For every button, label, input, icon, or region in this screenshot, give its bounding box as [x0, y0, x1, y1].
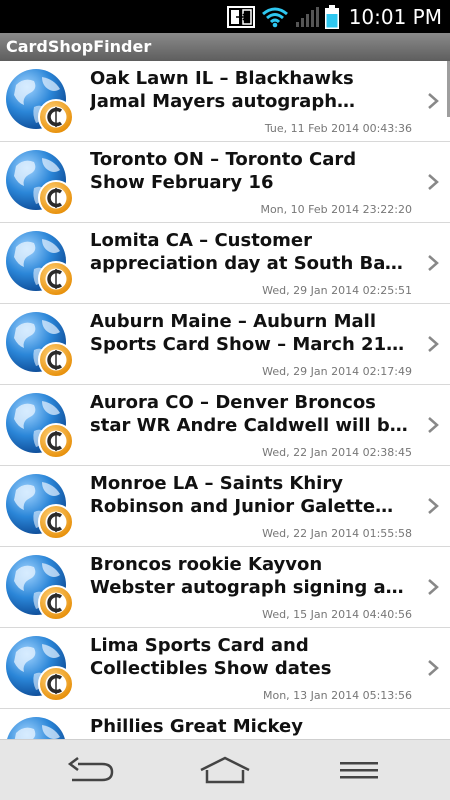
chevron-right-icon	[428, 174, 439, 190]
nfc-icon	[226, 5, 255, 28]
globe-card-icon	[6, 150, 74, 216]
home-icon[interactable]	[195, 752, 255, 788]
chevron-right-icon	[428, 336, 439, 352]
list-item[interactable]: Phillies Great Mickey Morandini	[0, 709, 450, 739]
globe-card-icon	[6, 393, 74, 459]
clock: 10:01 PM	[348, 4, 442, 29]
list-item[interactable]: Auburn Maine – Auburn Mall Sports Card S…	[0, 304, 450, 385]
item-title: Oak Lawn IL – Blackhawks Jamal Mayers au…	[90, 68, 354, 112]
navigation-bar	[0, 739, 450, 800]
chevron-right-icon	[428, 93, 439, 109]
item-date: Wed, 15 Jan 2014 04:40:56	[262, 608, 412, 621]
signal-icon	[295, 6, 319, 27]
list-item[interactable]: Toronto ON – Toronto Card Show February …	[0, 142, 450, 223]
status-bar: 10:01 PM	[0, 0, 450, 33]
globe-card-icon	[6, 474, 74, 540]
item-date: Wed, 29 Jan 2014 02:25:51	[262, 284, 412, 297]
item-title: Phillies Great Mickey Morandini	[90, 716, 303, 737]
item-date: Tue, 11 Feb 2014 00:43:36	[264, 122, 412, 135]
item-title: Lomita CA – Customer appreciation day at…	[90, 230, 397, 274]
list-item[interactable]: Lima Sports Card and Collectibles Show d…	[0, 628, 450, 709]
item-title: Auburn Maine – Auburn Mall Sports Card S…	[90, 311, 394, 355]
wifi-icon	[261, 7, 288, 27]
app-bar: CardShopFinder	[0, 33, 450, 61]
chevron-right-icon	[428, 255, 439, 271]
globe-card-icon	[6, 555, 74, 621]
globe-card-icon	[6, 312, 74, 378]
battery-icon	[324, 4, 339, 29]
item-date: Wed, 22 Jan 2014 01:55:58	[262, 527, 412, 540]
globe-card-icon	[7, 717, 65, 739]
item-date: Wed, 29 Jan 2014 02:17:49	[262, 365, 412, 378]
list-item[interactable]: Monroe LA – Saints Khiry Robinson and Ju…	[0, 466, 450, 547]
chevron-right-icon	[428, 417, 439, 433]
item-title: Broncos rookie Kayvon Webster autograph …	[90, 554, 395, 598]
globe-card-icon	[6, 69, 74, 135]
menu-icon[interactable]	[328, 752, 388, 788]
list-item[interactable]: Broncos rookie Kayvon Webster autograph …	[0, 547, 450, 628]
chevron-right-icon	[428, 498, 439, 514]
item-date: Wed, 22 Jan 2014 02:38:45	[262, 446, 412, 459]
item-title: Aurora CO – Denver Broncos star WR Andre…	[90, 392, 402, 436]
item-date: Mon, 13 Jan 2014 05:13:56	[262, 689, 412, 702]
item-title: Toronto ON – Toronto Card Show February …	[90, 149, 357, 193]
item-title: Monroe LA – Saints Khiry Robinson and Ju…	[90, 473, 376, 517]
globe-card-icon	[6, 636, 74, 702]
list-item[interactable]: Oak Lawn IL – Blackhawks Jamal Mayers au…	[0, 61, 450, 142]
list-item[interactable]: Aurora CO – Denver Broncos star WR Andre…	[0, 385, 450, 466]
item-date: Mon, 10 Feb 2014 23:22:20	[260, 203, 412, 216]
chevron-right-icon	[428, 579, 439, 595]
chevron-right-icon	[428, 660, 439, 676]
back-icon[interactable]	[60, 752, 120, 788]
list-item[interactable]: Lomita CA – Customer appreciation day at…	[0, 223, 450, 304]
globe-card-icon	[6, 231, 74, 297]
item-title: Lima Sports Card and Collectibles Show d…	[90, 635, 332, 679]
event-list[interactable]: Oak Lawn IL – Blackhawks Jamal Mayers au…	[0, 61, 450, 739]
app-title: CardShopFinder	[6, 37, 152, 56]
